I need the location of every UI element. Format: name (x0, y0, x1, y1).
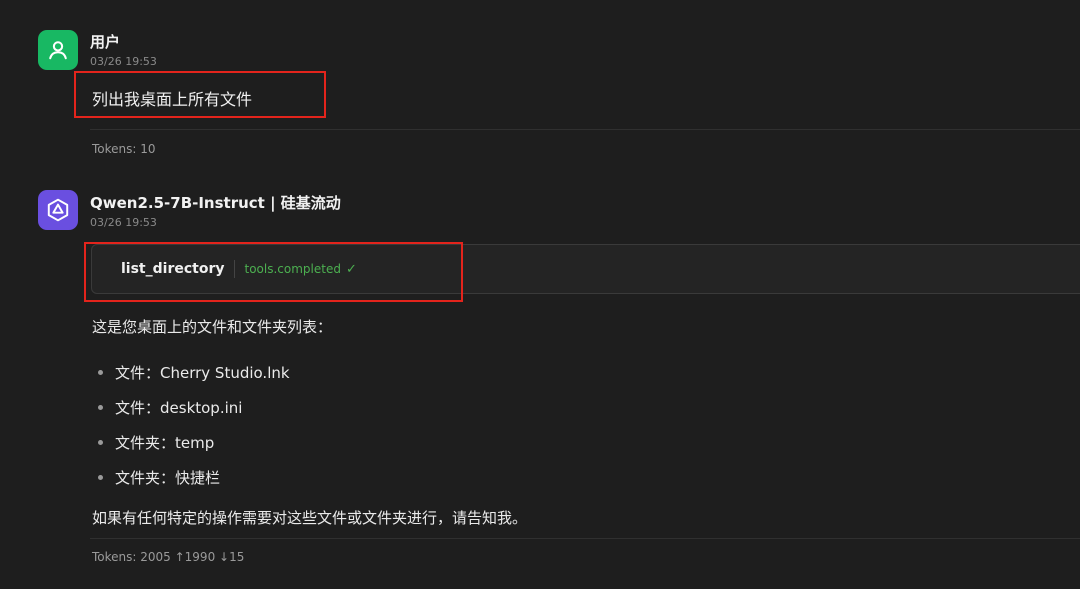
bullet-icon (98, 440, 103, 445)
user-icon (49, 41, 67, 60)
user-avatar (38, 30, 78, 70)
reply-outro-text: 如果有任何特定的操作需要对这些文件或文件夹进行，请告知我。 (92, 509, 528, 527)
user-message-time: 03/26 19:53 (90, 55, 157, 68)
model-sender-name: Qwen2.5-7B-Instruct | 硅基流动 (90, 194, 341, 212)
list-item-text: 文件：desktop.ini (115, 399, 243, 417)
bullet-icon (98, 475, 103, 480)
user-message-text: 列出我桌面上所有文件 (92, 90, 253, 109)
list-item: 文件夹：快捷栏 (98, 460, 290, 495)
model-token-count: Tokens: 2005 ↑1990 ↓15 (92, 550, 245, 564)
model-message-divider (90, 538, 1080, 539)
bullet-icon (98, 405, 103, 410)
list-item: 文件：Cherry Studio.lnk (98, 355, 290, 390)
list-item-text: 文件夹：快捷栏 (115, 469, 221, 487)
tool-call-highlight (84, 242, 463, 302)
user-token-count: Tokens: 10 (92, 142, 156, 156)
bullet-icon (98, 370, 103, 375)
model-avatar (38, 190, 78, 230)
reply-intro-text: 这是您桌面上的文件和文件夹列表： (92, 318, 333, 336)
list-item-text: 文件：Cherry Studio.lnk (115, 364, 290, 382)
list-item-text: 文件夹：temp (115, 434, 215, 452)
user-sender-name: 用户 (90, 33, 121, 51)
model-logo-icon (47, 198, 69, 222)
user-message-divider (90, 129, 1080, 130)
model-message-time: 03/26 19:53 (90, 216, 157, 229)
file-list: 文件：Cherry Studio.lnk 文件：desktop.ini 文件夹：… (98, 355, 290, 495)
list-item: 文件夹：temp (98, 425, 290, 460)
list-item: 文件：desktop.ini (98, 390, 290, 425)
